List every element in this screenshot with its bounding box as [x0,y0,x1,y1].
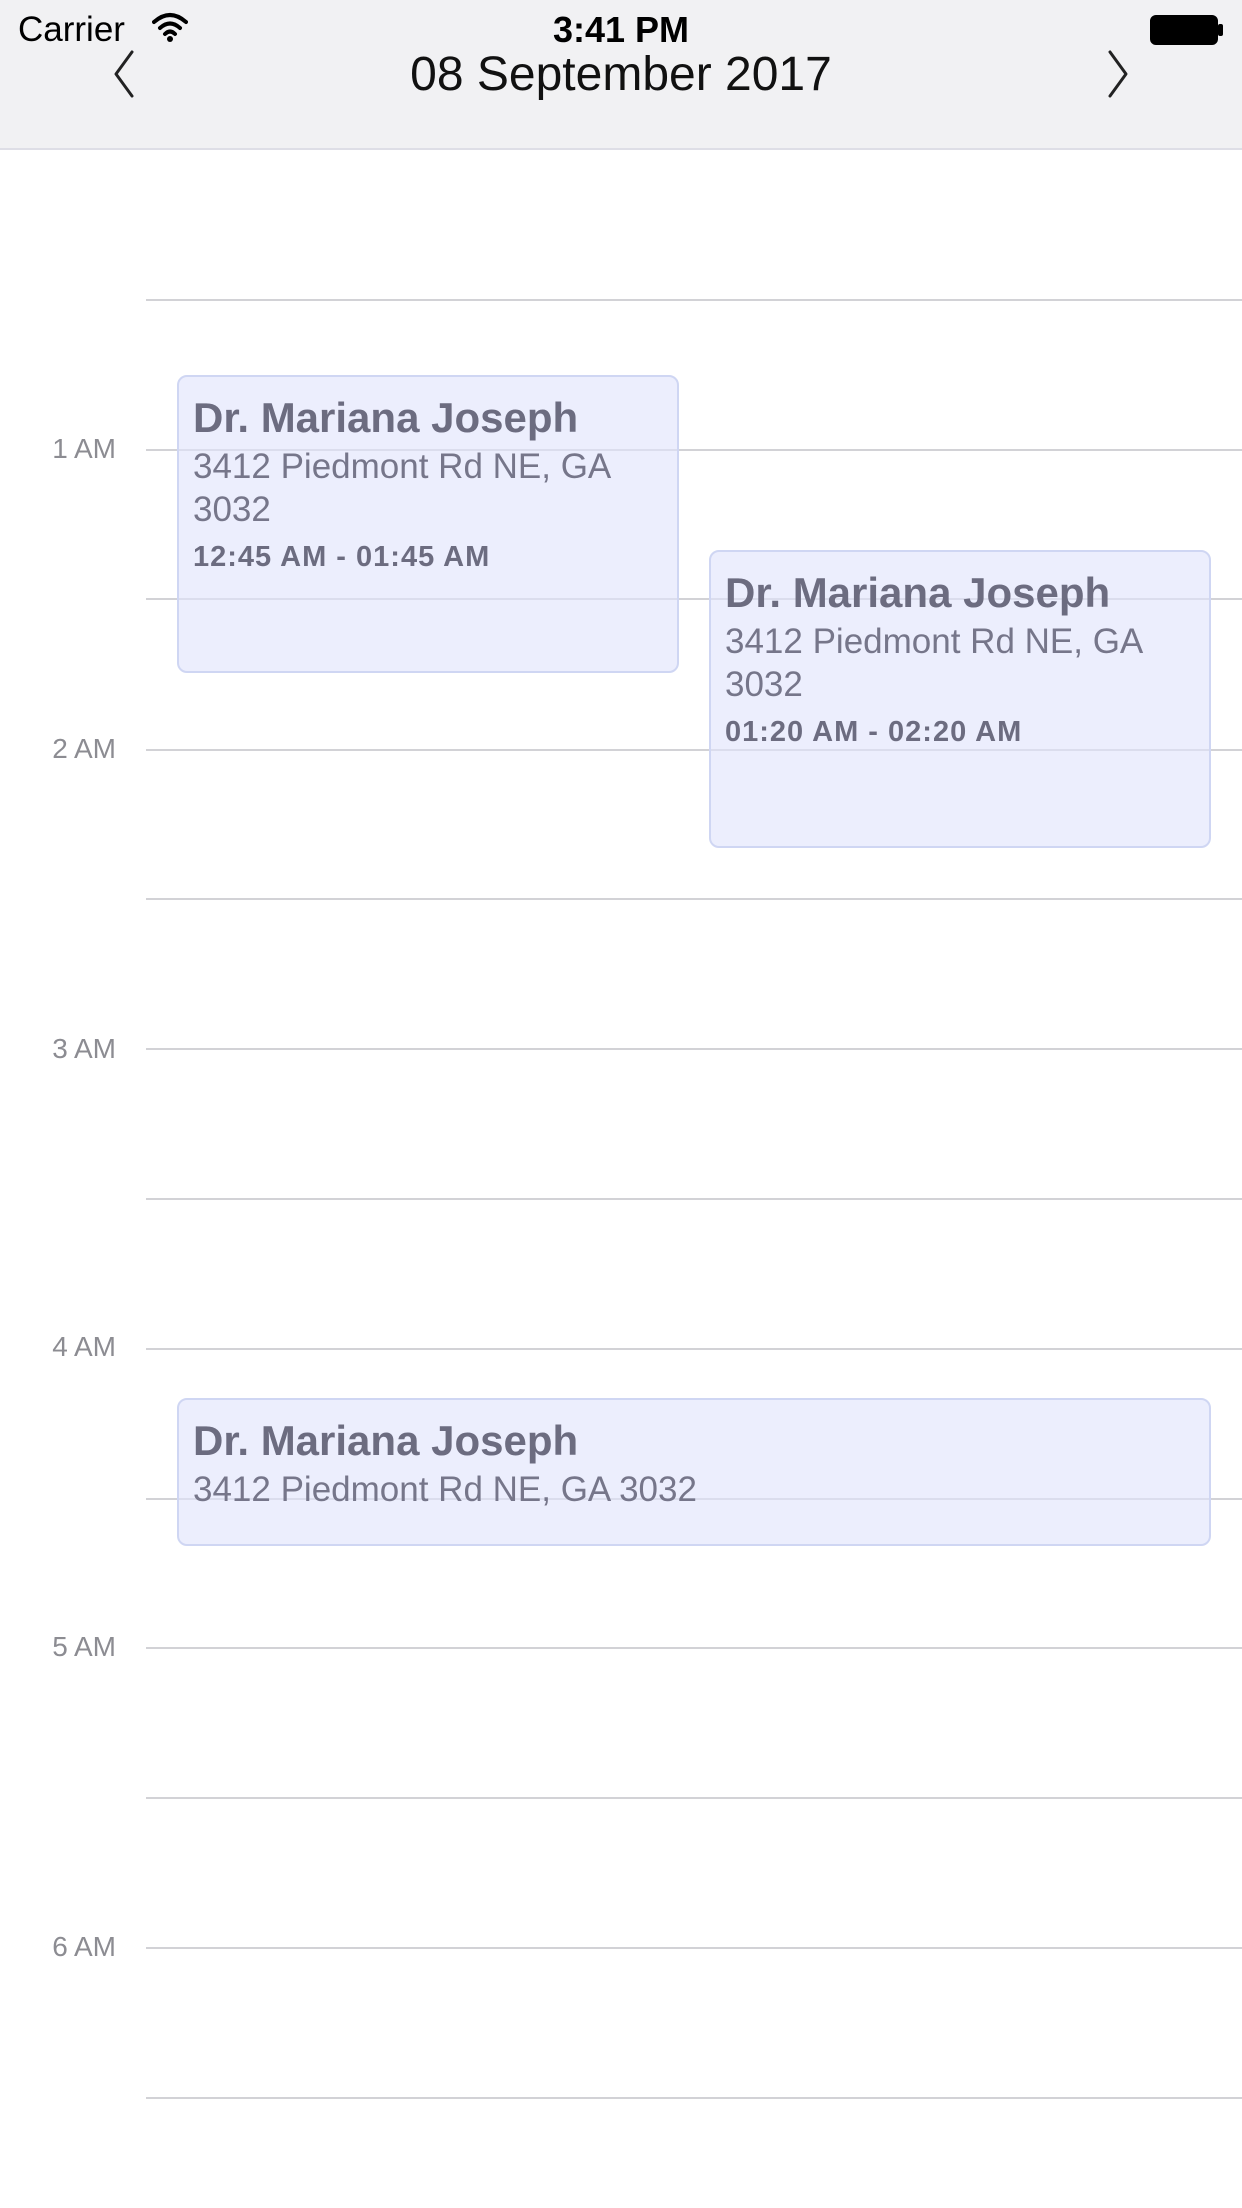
hour-label-6am: 6 AM [52,1931,116,1962]
event-title: Dr. Mariana Joseph [725,569,1111,616]
half-hour-line [146,1797,1242,1799]
hour-label-1am: 1 AM [52,433,116,464]
calendar-day-view: Carrier 3:41 PM 08 September 2017 1 AM 2… [0,0,1242,2208]
hour-line-5am [146,1647,1242,1649]
event-title: Dr. Mariana Joseph [193,394,579,441]
event-card[interactable]: Dr. Mariana Joseph 3412 Piedmont Rd NE, … [709,550,1211,848]
hour-label-4am: 4 AM [52,1331,116,1362]
half-hour-line [146,2097,1242,2099]
battery-icon [1150,15,1223,45]
event-time: 12:45 AM - 01:45 AM [193,541,491,573]
half-hour-line [146,898,1242,900]
hour-label-5am: 5 AM [52,1631,116,1662]
date-title: 08 September 2017 [410,48,832,101]
header: Carrier 3:41 PM 08 September 2017 [0,0,1242,150]
hour-label-3am: 3 AM [52,1033,116,1064]
event-card[interactable]: Dr. Mariana Joseph 3412 Piedmont Rd NE, … [177,375,679,673]
event-address: 3412 Piedmont Rd NE, GA 3032 [193,1470,697,1509]
event-address: 3412 Piedmont Rd NE, GA 3032 [725,622,1142,704]
hour-line-3am [146,1048,1242,1050]
chevron-right-icon[interactable] [1098,46,1138,102]
hour-line-6am [146,1947,1242,1949]
hour-line-4am [146,1348,1242,1350]
hour-label-2am: 2 AM [52,733,116,764]
event-title: Dr. Mariana Joseph [193,1417,579,1464]
half-hour-line [146,1198,1242,1200]
event-time: 01:20 AM - 02:20 AM [725,716,1023,748]
event-address: 3412 Piedmont Rd NE, GA 3032 [193,447,610,529]
half-hour-line [146,299,1242,301]
event-card[interactable]: Dr. Mariana Joseph 3412 Piedmont Rd NE, … [177,1398,1211,1546]
